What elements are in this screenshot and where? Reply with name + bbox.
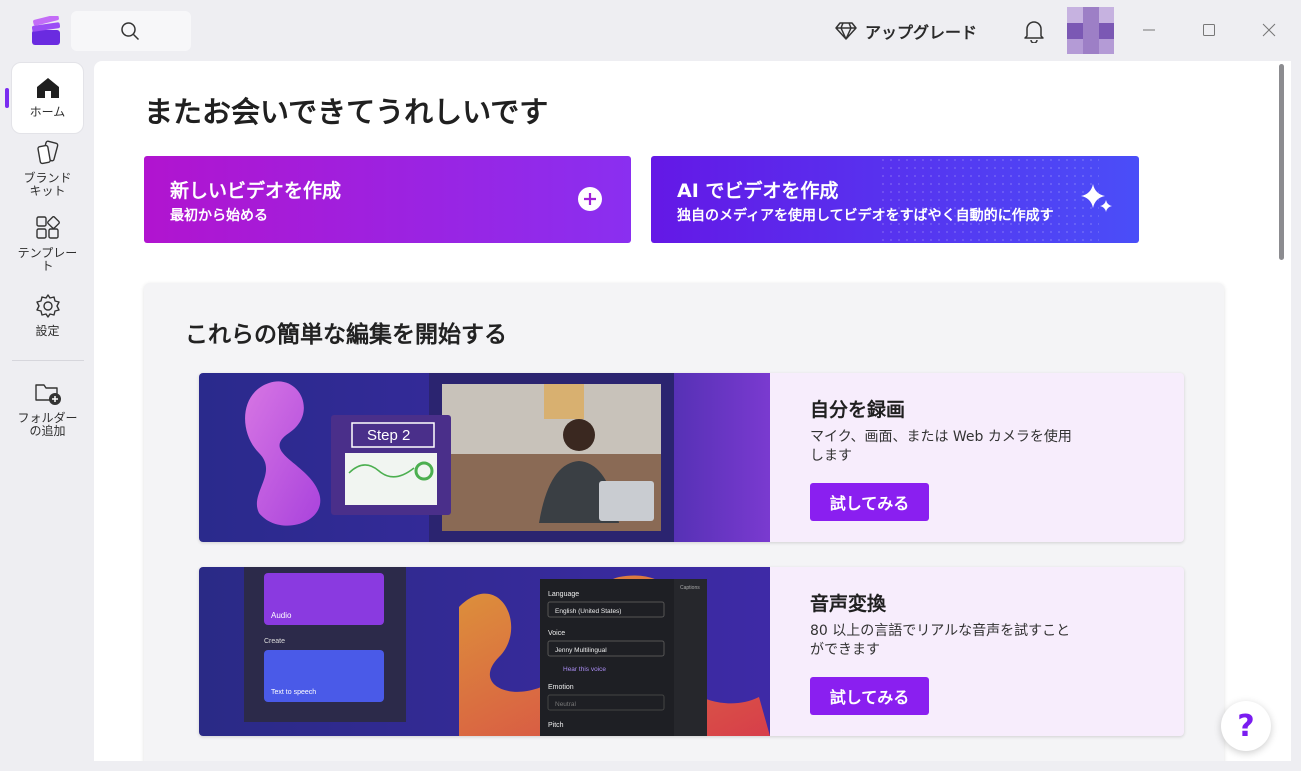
tts-tile-label: Text to speech bbox=[271, 689, 316, 696]
sidebar-item-label: テンプレー ト bbox=[17, 246, 78, 273]
sidebar-item-label: 設定 bbox=[35, 324, 60, 338]
sidebar-item-settings[interactable]: 設定 bbox=[11, 293, 84, 338]
decorative-dots bbox=[879, 156, 1099, 243]
text-to-speech-card[interactable]: Audio Create Text to speech Captions Lan… bbox=[199, 567, 1184, 736]
sparkle-icon bbox=[1081, 184, 1112, 212]
templates-icon bbox=[35, 216, 60, 239]
page-title: またお会いできてうれしいです bbox=[144, 95, 549, 129]
card-title: 自分を録画 bbox=[810, 399, 906, 421]
card-title: 音声変換 bbox=[810, 593, 887, 615]
close-icon bbox=[1262, 23, 1276, 37]
voice-value: Jenny Multilingual bbox=[555, 647, 607, 654]
sidebar-item-label: フォルダー の追加 bbox=[17, 411, 78, 438]
brand-kit-icon bbox=[36, 140, 58, 165]
close-button[interactable] bbox=[1257, 18, 1281, 42]
try-button[interactable]: 試してみる bbox=[810, 483, 929, 521]
cta-subtitle: 独自のメディアを使用してビデオをすばやく自動的に作成す bbox=[677, 208, 1054, 224]
sidebar-item-label: ホーム bbox=[29, 105, 66, 119]
create-label: Create bbox=[264, 638, 285, 645]
language-value: English (United States) bbox=[555, 608, 621, 615]
help-button[interactable]: ? bbox=[1221, 701, 1271, 751]
voice-label: Voice bbox=[548, 630, 565, 637]
app-logo-icon bbox=[31, 14, 61, 46]
sidebar-item-templates[interactable]: テンプレー ト bbox=[11, 215, 84, 273]
create-ai-video-button[interactable]: AI でビデオを作成 独自のメディアを使用してビデオをすばやく自動的に作成す bbox=[651, 156, 1139, 243]
sidebar-item-add-folder[interactable]: フォルダー の追加 bbox=[11, 380, 84, 438]
emotion-label: Emotion bbox=[548, 684, 574, 691]
create-new-video-button[interactable]: 新しいビデオを作成 最初から始める bbox=[144, 156, 631, 243]
minimize-button[interactable] bbox=[1137, 18, 1161, 42]
minimize-icon bbox=[1143, 29, 1155, 31]
cta-subtitle: 最初から始める bbox=[170, 208, 268, 224]
search-icon bbox=[121, 22, 140, 41]
sidebar-item-brand-kit[interactable]: ブランド キット bbox=[11, 140, 84, 198]
bell-icon bbox=[1024, 21, 1044, 44]
avatar[interactable] bbox=[1067, 7, 1114, 54]
cta-title: AI でビデオを作成 bbox=[677, 180, 839, 202]
hear-voice-link: Hear this voice bbox=[563, 666, 606, 673]
notifications-button[interactable] bbox=[1023, 19, 1045, 47]
sidebar-divider bbox=[12, 360, 84, 361]
step-label: Step 2 bbox=[367, 427, 410, 444]
search-button[interactable] bbox=[71, 11, 191, 51]
home-icon bbox=[36, 78, 59, 98]
sidebar-item-home[interactable]: ホーム bbox=[11, 62, 84, 134]
sidebar: ホーム ブランド キット テンプレー ト 設定 フォルダー の追加 bbox=[0, 60, 94, 771]
captions-tab: Captions bbox=[680, 585, 700, 591]
diamond-icon bbox=[835, 22, 857, 40]
try-button[interactable]: 試してみる bbox=[810, 677, 929, 715]
maximize-button[interactable] bbox=[1197, 18, 1221, 42]
quick-edits-section: これらの簡単な編集を開始する Step 2 自分を録画 マイク、画面、または W… bbox=[144, 283, 1224, 761]
card-description: 80 以上の言語でリアルな音声を試すことができます bbox=[810, 623, 1071, 658]
scroll-thumb[interactable] bbox=[1279, 64, 1284, 260]
section-title: これらの簡単な編集を開始する bbox=[185, 322, 507, 348]
sidebar-item-label: ブランド キット bbox=[23, 171, 72, 198]
folder-add-icon bbox=[34, 384, 61, 405]
record-yourself-image: Step 2 bbox=[199, 373, 770, 542]
pitch-label: Pitch bbox=[548, 722, 564, 729]
record-yourself-card[interactable]: Step 2 自分を録画 マイク、画面、または Web カメラを使用します 試し… bbox=[199, 373, 1184, 542]
audio-tile-label: Audio bbox=[271, 611, 292, 620]
scrollbar[interactable] bbox=[1277, 64, 1285, 262]
cta-title: 新しいビデオを作成 bbox=[170, 180, 342, 202]
gear-icon bbox=[35, 294, 60, 318]
plus-circle-icon bbox=[578, 187, 602, 211]
language-label: Language bbox=[548, 591, 579, 598]
maximize-icon bbox=[1203, 24, 1215, 36]
card-description: マイク、画面、または Web カメラを使用します bbox=[810, 429, 1072, 464]
active-indicator bbox=[5, 88, 9, 108]
upgrade-button[interactable]: アップグレード bbox=[835, 19, 977, 43]
text-to-speech-image: Audio Create Text to speech Captions Lan… bbox=[199, 567, 770, 736]
emotion-value: Neutral bbox=[555, 701, 577, 708]
upgrade-label: アップグレード bbox=[865, 23, 978, 42]
title-bar: アップグレード bbox=[0, 0, 1301, 60]
main-panel: またお会いできてうれしいです 新しいビデオを作成 最初から始める AI でビデオ… bbox=[94, 61, 1291, 761]
